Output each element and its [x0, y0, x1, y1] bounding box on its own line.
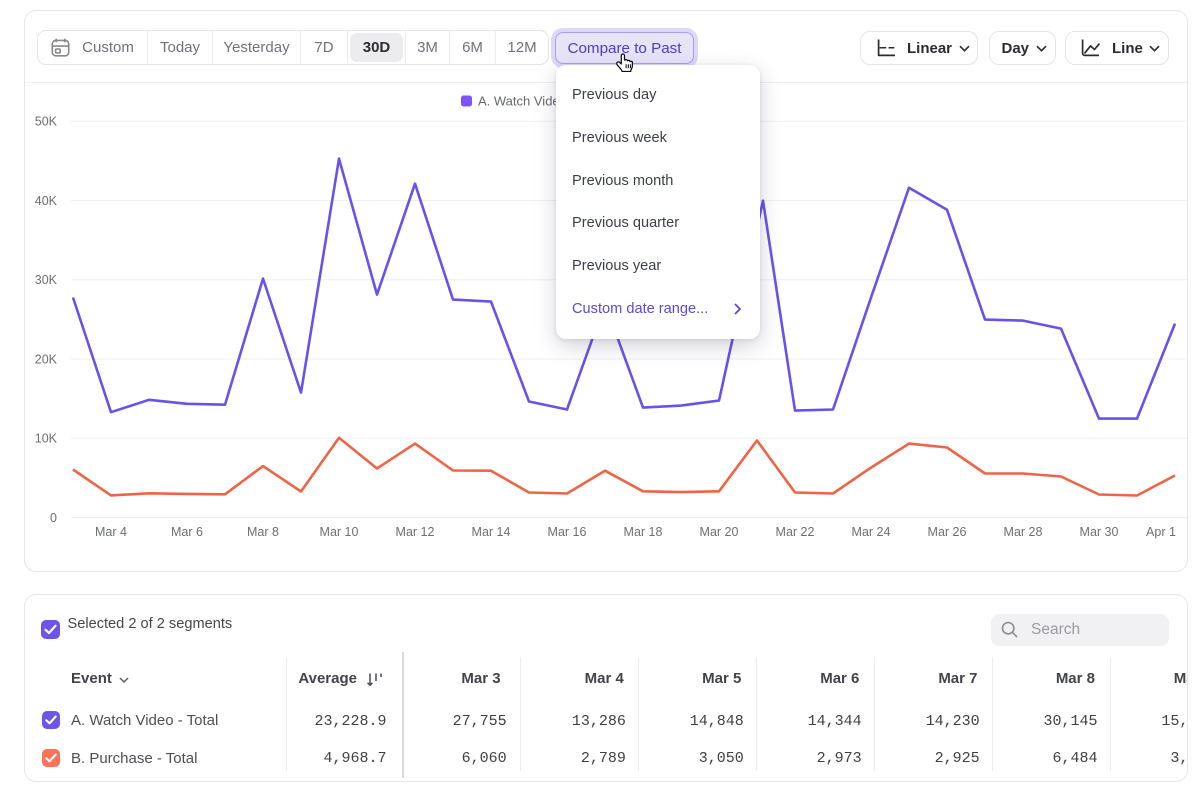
svg-text:Mar 30: Mar 30 — [1080, 525, 1119, 539]
svg-text:Mar 28: Mar 28 — [1004, 525, 1043, 539]
svg-text:Mar 26: Mar 26 — [928, 525, 967, 539]
svg-text:20K: 20K — [35, 352, 58, 366]
svg-text:Mar 8: Mar 8 — [247, 525, 279, 539]
svg-text:Mar 20: Mar 20 — [700, 525, 739, 539]
svg-text:Mar 4: Mar 4 — [95, 525, 127, 539]
svg-text:0: 0 — [50, 511, 57, 525]
svg-text:Mar 14: Mar 14 — [472, 525, 511, 539]
svg-text:Mar 22: Mar 22 — [776, 525, 815, 539]
svg-text:Mar 18: Mar 18 — [624, 525, 663, 539]
svg-text:50K: 50K — [35, 115, 58, 129]
svg-text:Mar 24: Mar 24 — [852, 525, 891, 539]
svg-text:Apr 1: Apr 1 — [1146, 525, 1176, 539]
svg-text:40K: 40K — [35, 194, 58, 208]
svg-text:Mar 10: Mar 10 — [320, 525, 359, 539]
svg-text:30K: 30K — [35, 273, 58, 287]
svg-text:Mar 6: Mar 6 — [171, 525, 203, 539]
svg-text:10K: 10K — [35, 432, 58, 446]
svg-text:Mar 16: Mar 16 — [548, 525, 587, 539]
svg-text:Mar 12: Mar 12 — [396, 525, 435, 539]
